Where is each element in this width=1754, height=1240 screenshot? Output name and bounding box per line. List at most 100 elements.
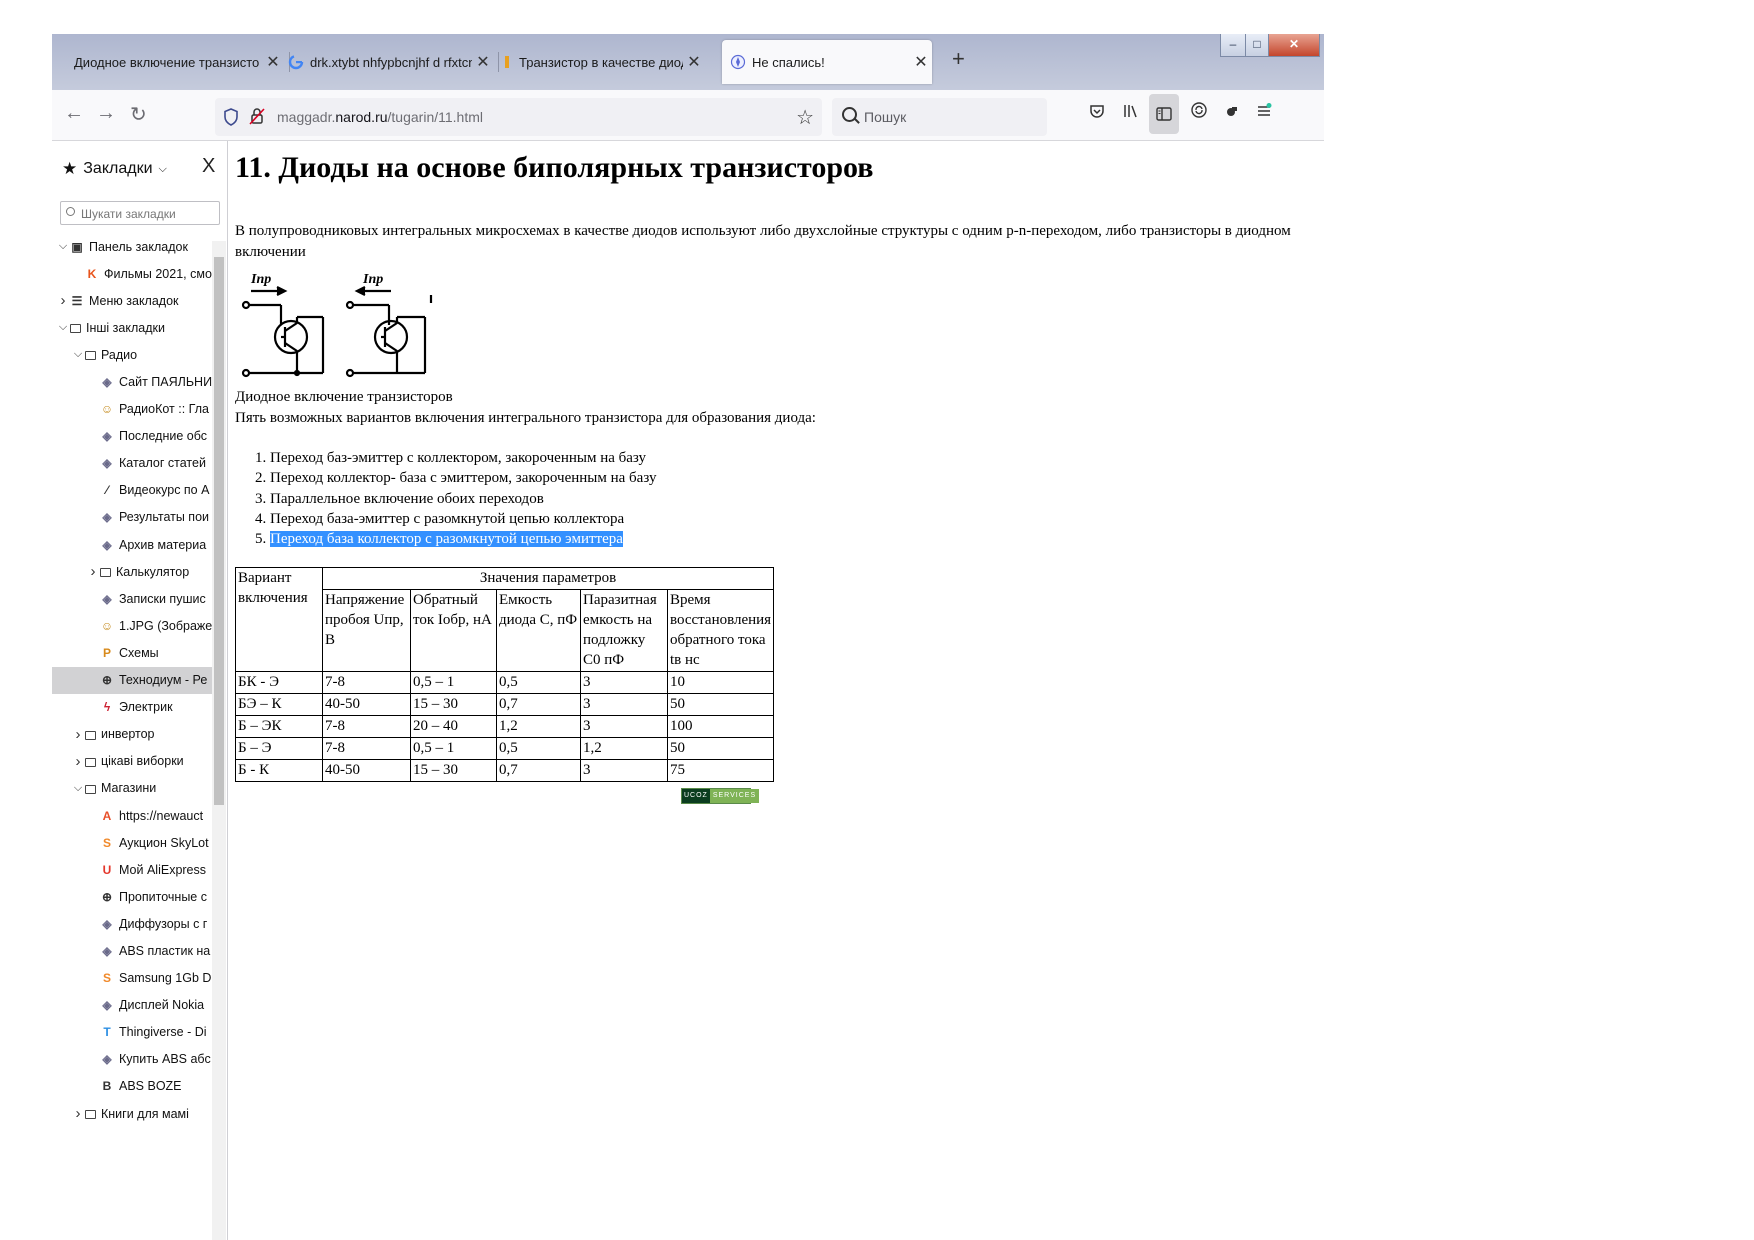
page-icon <box>505 56 509 68</box>
tab-4-active[interactable]: Не спались! ✕ <box>722 40 932 84</box>
sync-icon[interactable] <box>1185 101 1213 129</box>
table-cell: 50 <box>666 737 775 760</box>
chevron-right-icon[interactable]: › <box>71 753 85 770</box>
bookmark-item[interactable]: ⌵ ▣ Панель закладок <box>52 233 212 260</box>
chevron-right-icon[interactable]: › <box>71 726 85 743</box>
chevron-down-icon: ⌵ <box>158 162 167 175</box>
bookmark-item[interactable]: T Thingiverse - Di <box>52 1019 212 1046</box>
bookmark-folder[interactable]: › Калькулятор <box>52 558 212 585</box>
chevron-right-icon[interactable]: › <box>71 1105 85 1122</box>
bookmark-item[interactable]: K Фильмы 2021, смо <box>52 260 212 287</box>
bookmark-folder[interactable]: › Книги для мамі <box>52 1100 212 1127</box>
bookmark-item[interactable]: ⊕ Технодиум - Ре <box>52 666 212 694</box>
table-cell: 7-8 <box>322 737 411 760</box>
tab-close-icon[interactable]: ✕ <box>262 52 284 72</box>
scrollbar-thumb[interactable] <box>214 257 224 805</box>
chevron-down-icon[interactable]: ⌵ <box>56 240 70 253</box>
bookmark-item[interactable]: ◈ Результаты пои <box>52 504 212 531</box>
table-row: БЭ – К 40-50 15 – 30 0,7 3 50 <box>235 693 775 716</box>
bookmark-item[interactable]: ◈ Диффузоры с г <box>52 910 212 937</box>
bookmark-search-input[interactable]: Шукати закладки <box>60 201 220 225</box>
chevron-down-icon[interactable]: ⌵ <box>71 782 85 795</box>
table-cell: 20 – 40 <box>410 715 497 738</box>
insecure-lock-icon[interactable] <box>249 107 265 125</box>
maximize-button[interactable]: □ <box>1245 34 1269 57</box>
table-cell: 0,7 <box>496 759 581 782</box>
ucoz-badge-right: SERVICES <box>709 789 760 803</box>
sidebar-header[interactable]: ★ Закладки ⌵ <box>62 159 167 179</box>
bookmark-item[interactable]: ⊕ Пропиточные с <box>52 883 212 910</box>
bookmark-folder[interactable]: ⌵ Інші закладки <box>52 314 212 341</box>
bookmark-item[interactable]: ◈ Каталог статей <box>52 450 212 477</box>
url-text[interactable]: maggadr.narod.ru/tugarin/11.html <box>277 109 483 125</box>
bookmark-item[interactable]: ◈ ABS пластик на <box>52 937 212 964</box>
chevron-right-icon[interactable]: › <box>56 292 70 309</box>
forward-arrow-icon[interactable]: → <box>96 102 116 125</box>
bookmark-label: 1.JPG (Зображе <box>119 618 212 633</box>
new-tab-button[interactable]: + <box>952 46 965 72</box>
back-arrow-icon[interactable]: ← <box>64 102 84 125</box>
tab-1[interactable]: Диодное включение транзисто ✕ <box>74 40 284 84</box>
menu-icon[interactable] <box>1250 101 1278 129</box>
bookmark-item[interactable]: ◈ Записки пушис <box>52 585 212 612</box>
bookmark-item[interactable]: › ☰ Меню закладок <box>52 287 212 314</box>
cat-icon: ☺ <box>100 618 114 633</box>
bookmark-item[interactable]: U Мой AliExpress <box>52 856 212 883</box>
minimize-button[interactable]: – <box>1220 34 1246 57</box>
bookmark-item[interactable]: ϟ Электрик <box>52 694 212 721</box>
reload-icon[interactable]: ↻ <box>130 102 147 127</box>
bookmark-item[interactable]: ☺ РадиоКот :: Гла <box>52 396 212 423</box>
close-window-button[interactable]: ✕ <box>1268 34 1320 57</box>
table-cell: Б – Э <box>235 737 323 760</box>
selected-text[interactable]: Переход база коллектор с разомкнутой цеп… <box>270 531 623 548</box>
table-cell: 0,5 – 1 <box>410 737 497 760</box>
bookmark-item[interactable]: ☺ 1.JPG (Зображе <box>52 612 212 639</box>
column-header: Паразитная емкость на подложку С0 пФ <box>580 589 668 672</box>
table-cell: 3 <box>580 759 668 782</box>
bookmark-item[interactable]: ◈ Архив материа <box>52 531 212 558</box>
bookmark-item[interactable]: ◈ Дисплей Nokia <box>52 992 212 1019</box>
table-cell: БЭ – К <box>235 693 323 716</box>
tab-close-icon[interactable]: ✕ <box>910 52 932 72</box>
bookmark-item[interactable]: Ahttps://newauct <box>52 802 212 829</box>
bookmark-item[interactable]: P Схемы <box>52 639 212 666</box>
ucoz-badge[interactable]: UCOZ SERVICES <box>681 788 760 804</box>
bookmark-item[interactable]: S Samsung 1Gb D <box>52 965 212 992</box>
extension-icon[interactable] <box>1218 101 1246 129</box>
pocket-icon[interactable] <box>1083 101 1111 129</box>
folder-icon <box>70 324 81 334</box>
bookmark-label: инвертор <box>101 727 155 742</box>
library-icon[interactable] <box>1117 101 1145 129</box>
tab-close-icon[interactable]: ✕ <box>472 52 494 72</box>
tab-2[interactable]: drk.xtybt nhfypbcnjhf d rfxtcnd ✕ <box>288 40 494 84</box>
bookmark-folder[interactable]: › инвертор <box>52 721 212 748</box>
table-cell: 40-50 <box>322 759 411 782</box>
table-row: Б – Э 7-8 0,5 – 1 0,5 1,2 50 <box>235 737 775 760</box>
search-bar[interactable]: Пошук <box>832 98 1047 136</box>
bookmark-item[interactable]: ◈ Последние обс <box>52 423 212 450</box>
shield-icon[interactable] <box>223 108 239 126</box>
url-bar[interactable]: maggadr.narod.ru/tugarin/11.html ☆ <box>215 98 822 136</box>
bookmark-folder[interactable]: › цікаві виборки <box>52 748 212 775</box>
table-cell: 0,7 <box>496 693 581 716</box>
chevron-down-icon[interactable]: ⌵ <box>71 348 85 361</box>
chevron-right-icon[interactable]: › <box>86 563 100 580</box>
bookmark-item[interactable]: ⁄ Видеокурс по А <box>52 477 212 504</box>
bookmark-tree: ⌵ ▣ Панель закладок K Фильмы 2021, смо › ☰ Меню… <box>52 233 212 1127</box>
bookmark-item[interactable]: B ABS BOZE <box>52 1073 212 1100</box>
bookmark-item[interactable]: S Аукцион SkyLot <box>52 829 212 856</box>
bookmark-label: Диффузоры с г <box>119 916 208 931</box>
bookmark-item[interactable]: ◈ Купить ABS абс <box>52 1046 212 1073</box>
site-icon: ◈ <box>102 916 112 931</box>
bookmark-star-icon[interactable]: ☆ <box>796 105 814 130</box>
bookmark-folder[interactable]: ⌵ Магазини <box>52 775 212 802</box>
bookmark-folder[interactable]: ⌵ Радио <box>52 341 212 368</box>
tab-close-icon[interactable]: ✕ <box>683 52 705 72</box>
chevron-down-icon[interactable]: ⌵ <box>56 321 70 334</box>
sidebar-splitter[interactable] <box>227 141 228 1240</box>
bolt-icon: ϟ <box>103 700 111 715</box>
bookmark-item[interactable]: ◈ Сайт ПАЯЛЬНИК <box>52 368 212 395</box>
sidebar-close-button[interactable]: X <box>202 155 215 178</box>
sidebar-toggle-icon[interactable] <box>1149 94 1179 134</box>
tab-3[interactable]: Транзистор в качестве диода ✕ <box>505 40 705 84</box>
